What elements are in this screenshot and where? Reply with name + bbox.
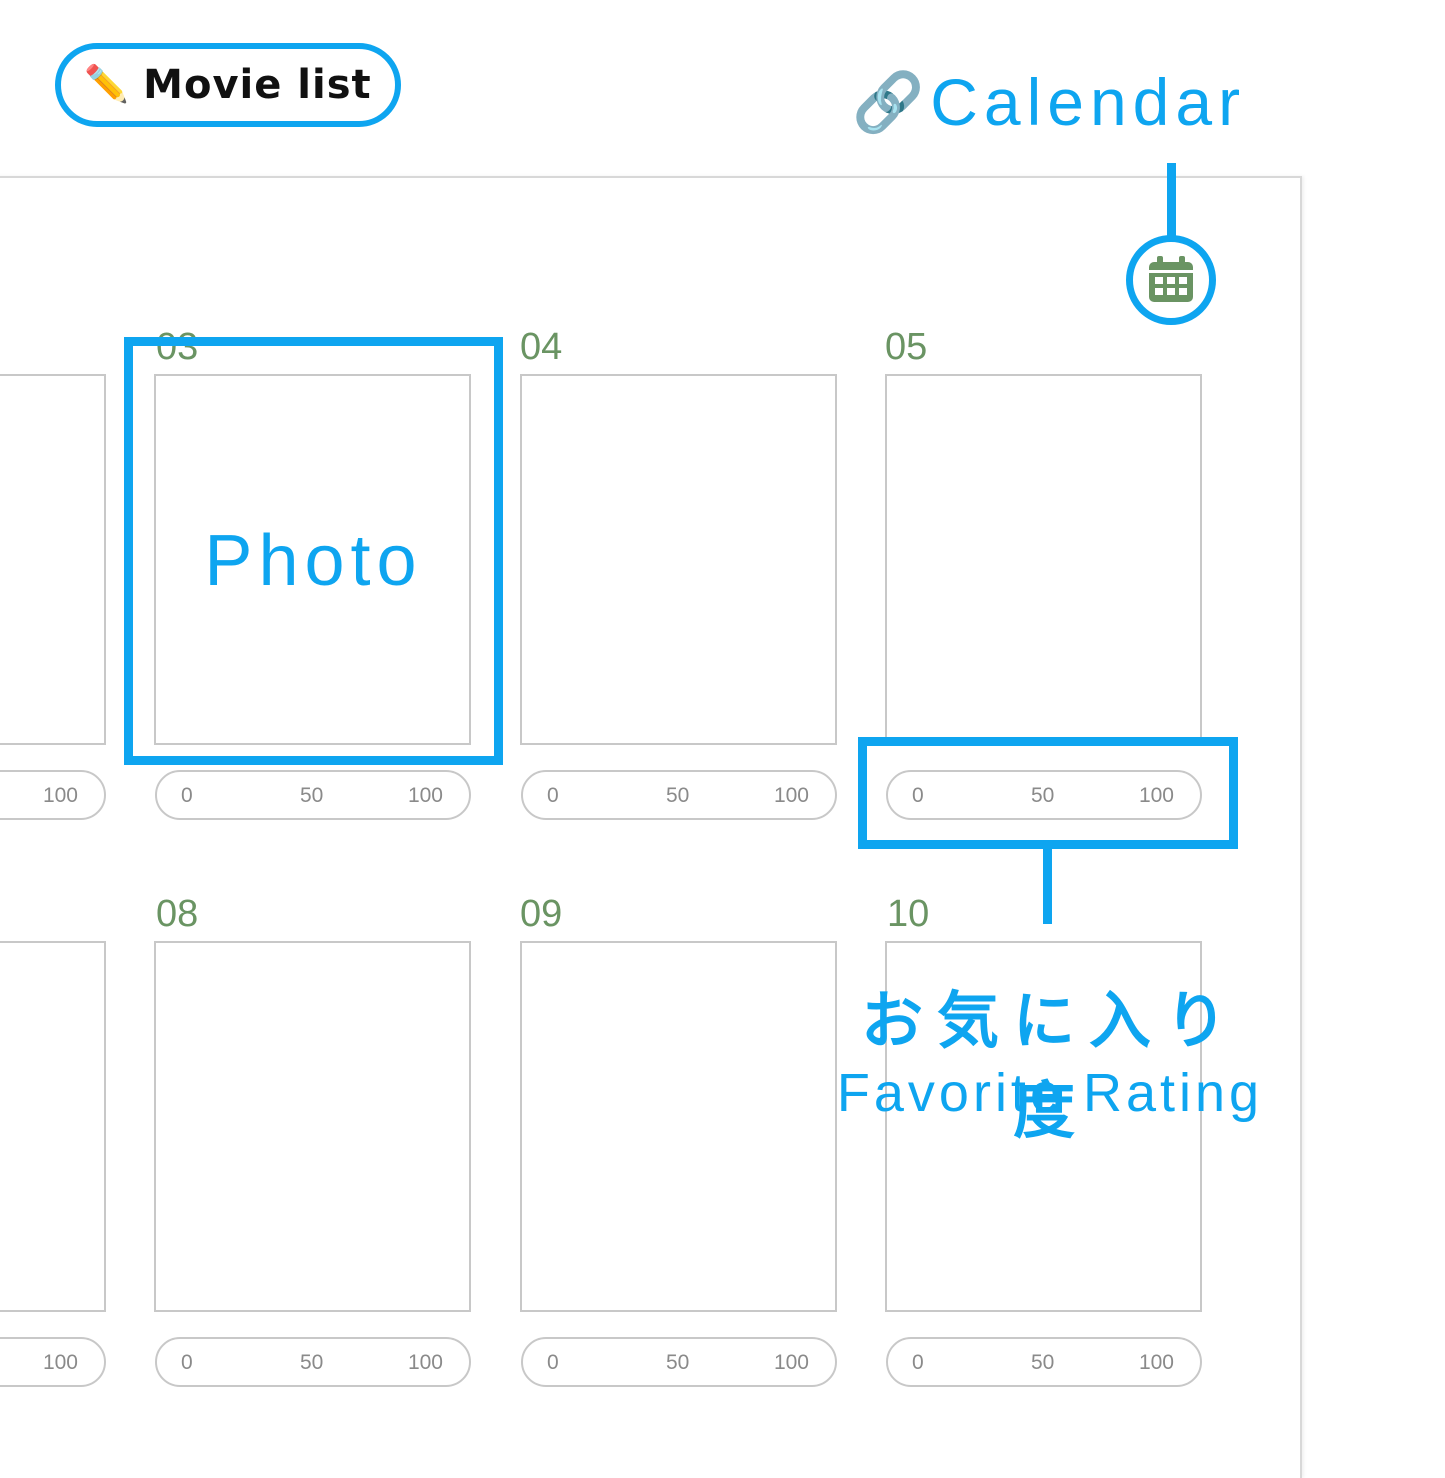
rating-slider[interactable]: 100 — [0, 770, 106, 820]
photo-slot[interactable] — [0, 941, 106, 1312]
calendar-label: Calendar — [930, 65, 1247, 139]
rating-tick-max: 100 — [773, 1351, 809, 1374]
rating-tick-mid: 50 — [666, 784, 690, 807]
rating-tick-mid: 50 — [1031, 1351, 1055, 1374]
day-number: 05 — [885, 326, 928, 368]
rating-tick-min: 0 — [181, 784, 193, 807]
link-icon: 🔗 — [852, 68, 925, 136]
callout-line — [1167, 163, 1176, 238]
rating-tick-max: 100 — [42, 784, 78, 807]
movie-list-button[interactable]: ✏️ Movie list — [55, 43, 401, 127]
day-number: 08 — [156, 893, 199, 935]
rating-slider[interactable]: 0 50 100 — [521, 1337, 837, 1387]
photo-slot[interactable] — [520, 374, 837, 745]
rating-tick-mid: 50 — [300, 1351, 324, 1374]
rating-tick-max: 100 — [1138, 1351, 1174, 1374]
rating-tick-min: 0 — [547, 784, 559, 807]
rating-tick-min: 0 — [912, 1351, 924, 1374]
rating-tick-max: 100 — [407, 1351, 443, 1374]
photo-annotation: Photo — [204, 521, 423, 601]
calendar-button[interactable] — [1126, 235, 1216, 325]
movie-list-label: Movie list — [143, 62, 372, 108]
rating-slider[interactable]: 0 50 100 — [521, 770, 837, 820]
rating-tick-mid: 50 — [666, 1351, 690, 1374]
calendar-link[interactable]: 🔗 Calendar — [852, 62, 1246, 142]
calendar-icon — [1149, 256, 1193, 302]
day-number: 04 — [520, 326, 563, 368]
photo-slot[interactable] — [154, 941, 471, 1312]
rating-tick-max: 100 — [42, 1351, 78, 1374]
callout-line — [1043, 848, 1052, 924]
photo-slot[interactable] — [0, 374, 106, 745]
pencil-icon: ✏️ — [84, 64, 130, 105]
rating-tick-max: 100 — [773, 784, 809, 807]
favorite-rating-annotation-en: Favorite Rating — [836, 1063, 1264, 1123]
rating-tick-max: 100 — [407, 784, 443, 807]
rating-slider[interactable]: 0 50 100 — [886, 1337, 1202, 1387]
rating-highlight-frame — [858, 737, 1238, 849]
photo-slot[interactable] — [520, 941, 837, 1312]
day-number: 09 — [520, 893, 563, 935]
rating-slider[interactable]: 0 50 100 — [155, 1337, 471, 1387]
photo-slot[interactable] — [885, 374, 1202, 745]
rating-tick-mid: 50 — [300, 784, 324, 807]
rating-tick-min: 0 — [547, 1351, 559, 1374]
rating-tick-min: 0 — [181, 1351, 193, 1374]
day-number: 10 — [887, 893, 930, 935]
rating-slider[interactable]: 100 — [0, 1337, 106, 1387]
rating-slider[interactable]: 0 50 100 — [155, 770, 471, 820]
